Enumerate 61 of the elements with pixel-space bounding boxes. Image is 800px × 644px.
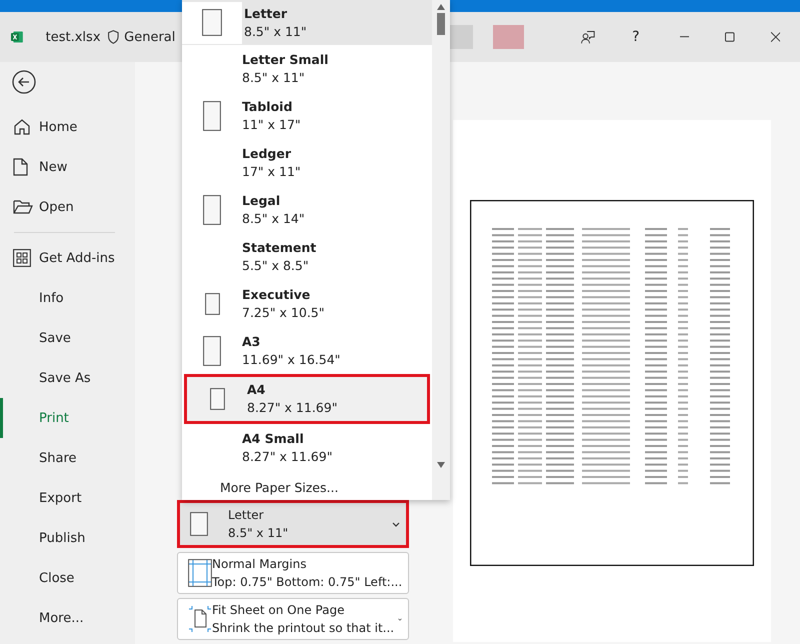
folder-icon bbox=[13, 199, 33, 215]
scroll-down-icon[interactable] bbox=[437, 462, 445, 468]
shield-icon[interactable] bbox=[106, 28, 120, 46]
sidebar-item[interactable]: Export bbox=[0, 478, 135, 518]
setting-title: Fit Sheet on One Page bbox=[212, 602, 346, 619]
sidebar-item[interactable]: Save As bbox=[0, 358, 135, 398]
scroll-up-icon[interactable] bbox=[437, 4, 445, 10]
sidebar-item[interactable]: New bbox=[0, 147, 135, 187]
close-icon[interactable] bbox=[770, 31, 780, 43]
document-icon bbox=[13, 158, 28, 176]
page-icon bbox=[202, 9, 222, 36]
setting-title: Normal Margins bbox=[212, 556, 308, 573]
page-icon bbox=[210, 388, 224, 410]
sidebar-item[interactable]: Open bbox=[0, 187, 135, 227]
paper-size-option[interactable]: Ledger 17" x 11" bbox=[182, 139, 432, 186]
margins-icon bbox=[188, 559, 212, 587]
paper-size-option[interactable]: Executive 7.25" x 10.5" bbox=[182, 280, 432, 327]
help-button[interactable]: ? bbox=[632, 29, 640, 45]
sidebar-item[interactable]: Publish bbox=[0, 518, 135, 558]
more-paper-sizes-link[interactable]: More Paper Sizes... bbox=[182, 471, 432, 495]
grid-icon bbox=[13, 249, 31, 267]
sensitivity-label[interactable]: General bbox=[124, 30, 176, 44]
sidebar-item[interactable]: Close bbox=[0, 558, 135, 598]
scrollbar[interactable] bbox=[432, 0, 450, 500]
paper-size-option[interactable]: Statement 5.5" x 8.5" bbox=[182, 233, 432, 280]
fit-page-icon bbox=[188, 605, 212, 633]
page-icon bbox=[203, 194, 221, 224]
paper-size-option[interactable]: Tabloid 11" x 17" bbox=[182, 92, 432, 139]
page-icon bbox=[203, 336, 221, 366]
paper-size-option[interactable]: A4 8.27" x 11.69" bbox=[184, 374, 430, 424]
home-icon bbox=[13, 118, 31, 136]
sidebar-item[interactable]: Print bbox=[0, 398, 135, 438]
page-icon bbox=[203, 100, 221, 130]
sidebar-item[interactable]: More... bbox=[0, 598, 135, 638]
sidebar-item[interactable]: Home bbox=[0, 107, 135, 147]
setting-dropdown[interactable]: Normal Margins Top: 0.75" Bottom: 0.75" Left:... bbox=[177, 552, 409, 594]
sidebar-item[interactable]: Info bbox=[0, 278, 135, 318]
sidebar-item[interactable]: Get Add-ins bbox=[0, 238, 135, 278]
excel-logo-icon bbox=[11, 29, 24, 45]
setting-dropdown[interactable]: Letter 8.5" x 11" bbox=[177, 500, 409, 548]
paper-size-option[interactable]: Letter Small 8.5" x 11" bbox=[182, 45, 432, 92]
setting-title: Letter bbox=[228, 507, 265, 524]
paper-size-option[interactable]: Legal 8.5" x 14" bbox=[182, 186, 432, 233]
setting-detail: Shrink the printout so that it... bbox=[212, 620, 394, 637]
page-icon bbox=[204, 292, 220, 314]
file-name: test.xlsx bbox=[46, 30, 101, 44]
setting-detail: 8.5" x 11" bbox=[228, 525, 290, 542]
maximize-icon[interactable] bbox=[725, 31, 735, 43]
chevron-down-icon bbox=[392, 522, 400, 526]
blurred-area bbox=[492, 25, 524, 49]
setting-detail: Top: 0.75" Bottom: 0.75" Left:... bbox=[212, 574, 402, 591]
back-icon[interactable] bbox=[12, 70, 36, 94]
setting-dropdown[interactable]: Fit Sheet on One Page Shrink the printout so that it... bbox=[177, 598, 409, 640]
scroll-thumb[interactable] bbox=[437, 13, 445, 35]
paper-size-option[interactable]: A4 Small 8.27" x 11.69" bbox=[182, 424, 432, 471]
page-icon bbox=[190, 512, 208, 536]
sidebar-item[interactable]: Save bbox=[0, 318, 135, 358]
paper-size-option[interactable]: A3 11.69" x 16.54" bbox=[182, 327, 432, 374]
sidebar-item[interactable]: Share bbox=[0, 438, 135, 478]
paper-size-option[interactable]: Letter 8.5" x 11" bbox=[182, 0, 432, 45]
minimize-icon[interactable] bbox=[680, 36, 690, 38]
